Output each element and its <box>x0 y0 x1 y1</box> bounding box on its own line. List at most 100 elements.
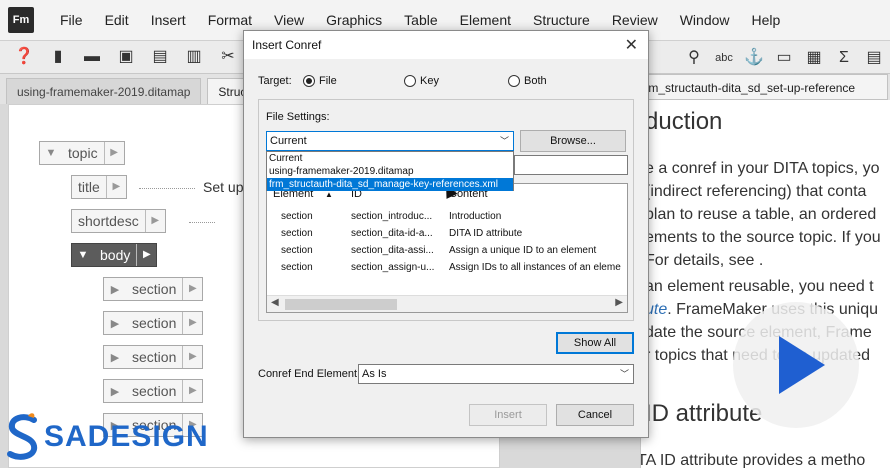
menu-element[interactable]: Element <box>460 12 511 28</box>
toolbar-right: ⚲ abc ⚓ ▭ ▦ Σ ▤ <box>674 41 890 75</box>
cancel-button[interactable]: Cancel <box>556 404 634 426</box>
radio-file-label[interactable]: File <box>319 75 337 87</box>
menu-help[interactable]: Help <box>752 12 781 28</box>
end-element-value: As Is <box>362 368 387 380</box>
layout-icon[interactable]: ▤ <box>864 48 884 68</box>
doc-heading-1: duction <box>645 108 723 135</box>
cell-content: DITA ID attribute <box>449 228 523 239</box>
spell-check-icon[interactable]: abc <box>714 48 734 68</box>
table-icon[interactable]: ▦ <box>804 48 824 68</box>
chevron-right-icon: ▶ <box>103 142 124 164</box>
tab-ditamap[interactable]: using-framemaker-2019.ditamap <box>6 78 202 104</box>
cell-element: section <box>281 211 313 222</box>
play-button[interactable] <box>733 302 859 428</box>
radio-key-label[interactable]: Key <box>420 75 439 87</box>
structure-node-section[interactable]: ▶ section ▶ <box>103 345 204 369</box>
structure-node-section[interactable]: ▶ section ▶ <box>103 277 204 301</box>
collapse-icon[interactable]: ▼ <box>40 147 62 159</box>
scroll-right-icon[interactable]: ▶ <box>615 297 623 308</box>
menu-structure[interactable]: Structure <box>533 12 590 28</box>
brand-name: SADESIGN <box>44 420 209 453</box>
cell-id: section_assign-u... <box>351 262 435 273</box>
save-as-icon[interactable]: ▤ <box>150 47 170 67</box>
new-document-icon[interactable]: ▮ <box>48 47 68 67</box>
radio-key[interactable] <box>404 75 416 87</box>
radio-file[interactable] <box>303 75 315 87</box>
save-icon[interactable]: ▣ <box>116 47 136 67</box>
conref-table: Element ▲ ID Content section section_int… <box>266 183 628 313</box>
menu-view[interactable]: View <box>274 12 304 28</box>
app-logo: Fm <box>8 7 34 33</box>
collapse-icon[interactable]: ▼ <box>72 249 94 261</box>
menu-review[interactable]: Review <box>612 12 658 28</box>
chevron-right-icon: ▶ <box>182 312 202 334</box>
table-row[interactable]: section section_dita-assi... Assign a un… <box>267 242 627 259</box>
menu-insert[interactable]: Insert <box>151 12 186 28</box>
dropdown-option-selected[interactable]: frm_structauth-dita_sd_manage-key-refere… <box>267 178 513 191</box>
expand-icon[interactable]: ▶ <box>104 385 126 398</box>
menu-window[interactable]: Window <box>680 12 730 28</box>
close-icon[interactable]: ✕ <box>625 35 638 55</box>
file-select[interactable]: Current ﹀ <box>266 131 514 151</box>
cut-icon[interactable]: ✂ <box>218 47 238 67</box>
expand-icon[interactable]: ▶ <box>104 283 126 296</box>
radio-both[interactable] <box>508 75 520 87</box>
end-element-select[interactable]: As Is ﹀ <box>358 364 634 384</box>
zoom-icon[interactable]: ⚲ <box>684 48 704 68</box>
cell-content: Introduction <box>449 211 502 222</box>
brand-watermark: SADESIGN <box>4 410 209 464</box>
structure-node-section[interactable]: ▶ section ▶ <box>103 311 204 335</box>
horizontal-scrollbar[interactable]: ◀ ▶ <box>267 295 627 312</box>
cell-content: Assign IDs to all instances of an eleme <box>449 262 621 273</box>
text-frame-icon[interactable]: ▭ <box>774 48 794 68</box>
structure-node-title[interactable]: title ▶ <box>71 175 127 199</box>
connector <box>189 222 215 223</box>
open-folder-icon[interactable]: ▬ <box>82 47 102 67</box>
sort-ascending-icon: ▲ <box>325 190 333 199</box>
show-all-button[interactable]: Show All <box>556 332 634 354</box>
table-row[interactable]: section section_assign-u... Assign IDs t… <box>267 259 627 276</box>
chevron-right-icon: ▶ <box>182 380 202 402</box>
doc-line: plan to reuse a table, an ordered <box>645 206 877 223</box>
doc-line: The DITA ID attribute provides a metho <box>641 452 866 468</box>
scroll-left-icon[interactable]: ◀ <box>271 297 279 308</box>
scrollbar-thumb[interactable] <box>285 299 397 310</box>
help-icon[interactable]: ❓ <box>14 47 34 67</box>
expand-icon[interactable]: ▶ <box>104 351 126 364</box>
dialog-titlebar: Insert Conref <box>244 31 648 59</box>
dropdown-option[interactable]: Current <box>267 152 513 165</box>
print-icon[interactable]: ▥ <box>184 47 204 67</box>
cell-element: section <box>281 262 313 273</box>
table-row[interactable]: section section_introduc... Introduction <box>267 208 627 225</box>
doc-heading-2: ID attribute <box>645 400 763 427</box>
insert-button[interactable]: Insert <box>469 404 547 426</box>
table-row[interactable]: section section_dita-id-a... DITA ID att… <box>267 225 627 242</box>
menu-table[interactable]: Table <box>404 12 437 28</box>
connector <box>139 188 195 189</box>
chevron-right-icon: ▶ <box>182 346 202 368</box>
structure-node-shortdesc[interactable]: shortdesc ▶ <box>71 209 166 233</box>
tab-document[interactable]: frm_structauth-dita_sd_set-up-reference <box>630 74 888 100</box>
cell-id: section_dita-assi... <box>351 245 434 256</box>
file-select-value: Current <box>270 135 307 147</box>
cell-element: section <box>281 245 313 256</box>
dropdown-option[interactable]: using-framemaker-2019.ditamap <box>267 165 513 178</box>
anchor-icon[interactable]: ⚓ <box>744 48 764 68</box>
cell-id: section_dita-id-a... <box>351 228 433 239</box>
browse-button[interactable]: Browse... <box>520 130 626 152</box>
end-element-label: Conref End Element: <box>258 368 361 380</box>
equation-icon[interactable]: Σ <box>834 48 854 68</box>
cell-id: section_introduc... <box>351 211 433 222</box>
structure-node-topic[interactable]: ▼ topic ▶ <box>39 141 125 165</box>
menu-file[interactable]: File <box>60 12 83 28</box>
doc-line: an element reusable, you need t <box>645 278 874 295</box>
radio-both-label[interactable]: Both <box>524 75 547 87</box>
menu-graphics[interactable]: Graphics <box>326 12 382 28</box>
structure-node-section[interactable]: ▶ section ▶ <box>103 379 204 403</box>
id-filter-input[interactable] <box>514 155 628 175</box>
menu-edit[interactable]: Edit <box>105 12 129 28</box>
structure-node-body[interactable]: ▼ body ▶ <box>71 243 158 267</box>
menu-format[interactable]: Format <box>208 12 252 28</box>
expand-icon[interactable]: ▶ <box>104 317 126 330</box>
doc-line: ements to the source topic. If you <box>645 229 881 246</box>
